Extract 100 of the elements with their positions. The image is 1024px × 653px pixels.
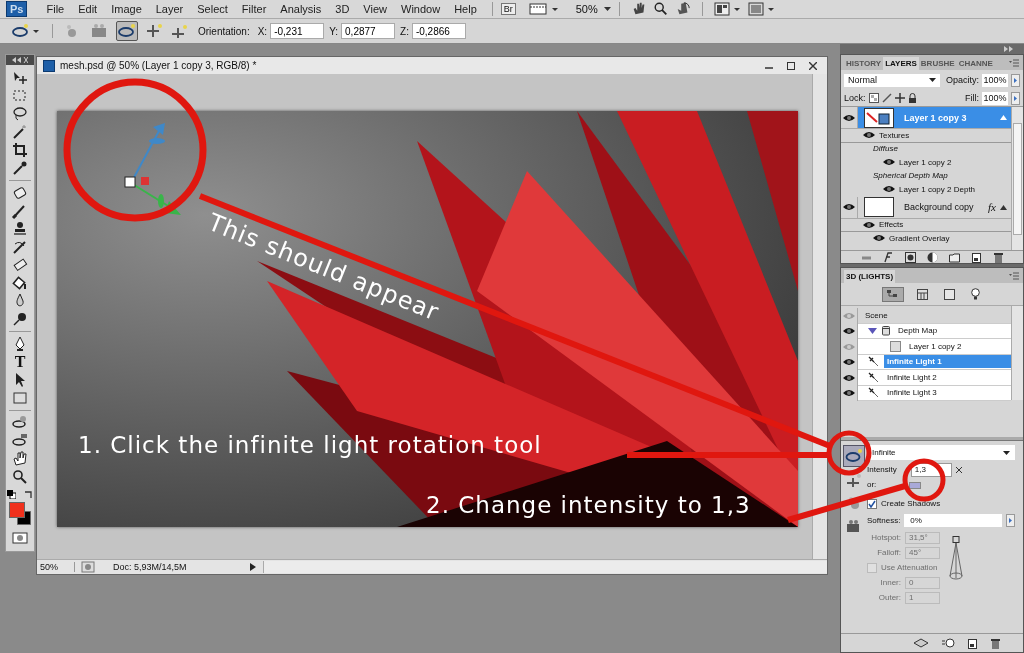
eye-icon[interactable] <box>843 358 855 367</box>
foreground-color-swatch[interactable] <box>9 502 25 518</box>
menu-item[interactable]: File <box>39 3 72 15</box>
light-rotate-tool-icon[interactable] <box>11 22 41 40</box>
panel-tab[interactable]: CHANNE <box>956 57 995 70</box>
vertical-scrollbar[interactable] <box>812 74 827 559</box>
brush-icon[interactable] <box>881 93 892 103</box>
light-color-swatch[interactable] <box>909 482 922 489</box>
light-bulb-icon[interactable] <box>941 637 955 649</box>
move-tool-icon[interactable] <box>11 69 29 87</box>
light-type-dropdown[interactable]: Infinite <box>867 445 1015 460</box>
new-layer-icon[interactable] <box>970 251 982 263</box>
axis-label: Z: <box>400 25 409 37</box>
opacity-field[interactable]: 100% <box>982 73 1008 87</box>
axis-field[interactable]: -0,231 <box>270 23 325 39</box>
menu-item[interactable]: Analysis <box>273 3 329 15</box>
menu-item[interactable]: Edit <box>71 3 105 15</box>
collapse-icon[interactable] <box>12 57 28 63</box>
menu-item[interactable]: View <box>356 3 394 15</box>
eye-icon[interactable] <box>873 234 885 243</box>
vertical-scrollbar[interactable] <box>1011 306 1023 400</box>
type-tool[interactable]: T <box>14 353 26 371</box>
zoom-field[interactable]: 50% <box>37 562 75 572</box>
fx-icon[interactable] <box>882 251 894 263</box>
resize-handle[interactable] <box>841 437 1023 440</box>
adjustment-icon[interactable] <box>926 251 938 263</box>
close-icon[interactable] <box>955 466 962 473</box>
menu-item[interactable]: Help <box>447 3 484 15</box>
default-colors-icon[interactable] <box>7 490 16 499</box>
maximize-icon[interactable] <box>787 61 795 70</box>
spot-label: Hotspot: <box>870 533 901 542</box>
status-icon[interactable] <box>81 561 95 573</box>
eye-icon[interactable] <box>863 220 875 229</box>
dodge-icon[interactable] <box>11 310 29 328</box>
blend-mode-dropdown[interactable]: Normal <box>844 73 940 87</box>
lock-transparency-icon[interactable] <box>868 93 879 103</box>
eye-icon[interactable] <box>843 373 855 382</box>
light-rotate-tool-icon[interactable] <box>116 21 138 41</box>
menu-item[interactable]: Select <box>190 3 235 15</box>
scene-filter-icon[interactable] <box>881 286 904 302</box>
axis-field[interactable]: 0,2877 <box>341 23 396 39</box>
menu-item[interactable]: Image <box>104 3 149 15</box>
checkbox[interactable] <box>867 498 877 509</box>
menu-item[interactable]: Filter <box>234 3 274 15</box>
light-pan-icon[interactable] <box>144 22 164 40</box>
lock-icon[interactable] <box>907 93 917 103</box>
swap-colors-icon[interactable] <box>24 490 33 499</box>
crop-icon[interactable] <box>11 141 29 159</box>
eye-icon[interactable] <box>883 185 895 194</box>
caret-icon <box>929 78 936 82</box>
eyedropper-icon[interactable] <box>11 159 29 177</box>
softness-field[interactable]: 0% <box>904 514 1002 527</box>
screen-mode-icon[interactable] <box>747 2 776 16</box>
menu-item[interactable]: Layer <box>148 3 191 15</box>
quick-mask-icon[interactable] <box>12 529 28 547</box>
eye-icon[interactable] <box>843 113 855 122</box>
menu-item[interactable]: Window <box>394 3 448 15</box>
new-layer-icon[interactable] <box>967 637 978 649</box>
search-icon[interactable] <box>652 1 669 17</box>
vertical-scrollbar[interactable] <box>1011 107 1023 250</box>
axis-field[interactable]: -0,2866 <box>411 23 466 39</box>
light-rotate-tool-icon[interactable] <box>843 445 865 467</box>
panel-tab[interactable]: BRUSHE <box>918 57 957 70</box>
app-logo[interactable]: Ps <box>6 1 28 17</box>
scene-item[interactable]: Scene <box>862 308 1011 322</box>
search-icon[interactable] <box>11 468 29 486</box>
expand-triangle-icon[interactable] <box>868 326 877 335</box>
mask-icon[interactable] <box>904 251 916 263</box>
fill-field[interactable]: 100% <box>982 91 1008 105</box>
menu-arrow-icon[interactable] <box>249 563 257 571</box>
lasso-icon[interactable] <box>11 105 29 123</box>
eye-icon[interactable] <box>843 327 855 336</box>
view-extras-icon[interactable] <box>528 2 559 16</box>
arrange-documents-icon[interactable] <box>713 2 742 16</box>
light-slide-icon[interactable] <box>170 22 190 40</box>
close-icon[interactable] <box>809 61 817 70</box>
history-brush-icon[interactable] <box>11 238 29 256</box>
folder-icon[interactable] <box>948 251 960 263</box>
zoom-dropdown[interactable]: 50% <box>575 3 611 15</box>
layer-effect-name: Layer 1 copy 2 <box>899 157 952 167</box>
menu-item[interactable]: 3D <box>328 3 357 15</box>
stamp-icon[interactable] <box>11 220 29 238</box>
caret-icon[interactable] <box>1000 204 1007 210</box>
eye-icon[interactable] <box>883 158 895 167</box>
magic-wand-icon[interactable] <box>11 123 29 141</box>
cylinder-icon <box>882 325 890 337</box>
horizontal-scrollbar[interactable] <box>263 561 827 573</box>
move-icon[interactable] <box>894 93 905 103</box>
panel-tab[interactable]: 3D (LIGHTS) <box>844 270 896 283</box>
scene-icon[interactable] <box>913 638 929 648</box>
trash-icon[interactable] <box>992 251 1004 263</box>
hand-icon[interactable] <box>11 450 29 468</box>
eye-icon[interactable] <box>843 203 855 211</box>
eye-icon[interactable] <box>843 389 855 398</box>
panel-tab[interactable]: LAYERS <box>883 57 919 70</box>
trash-icon[interactable] <box>990 637 1001 649</box>
layer-row[interactable]: Background copy fx <box>841 196 1011 219</box>
bridge-button[interactable]: Br <box>500 3 516 15</box>
eye-icon[interactable] <box>863 131 875 140</box>
panel-tab[interactable]: HISTORY <box>844 57 884 70</box>
